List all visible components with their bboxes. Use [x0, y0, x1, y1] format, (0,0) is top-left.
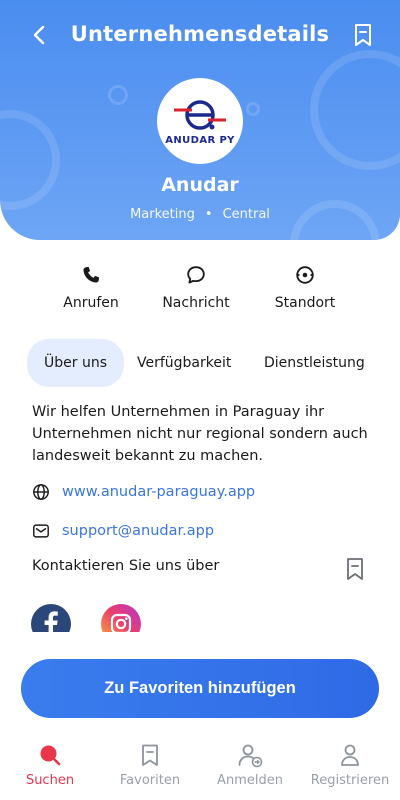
bookmark-button[interactable]	[348, 20, 378, 50]
mail-icon	[33, 524, 49, 538]
company-category: Marketing	[130, 207, 195, 222]
phone-icon	[83, 266, 100, 283]
company-logo: ANUDAR PY	[157, 78, 243, 164]
action-bar: Anrufen Nachricht Standort	[0, 262, 400, 322]
tab-availability[interactable]: Verfügbarkeit	[137, 339, 231, 387]
contact-title: Kontaktieren Sie uns über	[32, 558, 220, 574]
company-meta: Marketing • Central	[0, 207, 400, 222]
nav-favorites-label: Favoriten	[119, 773, 181, 788]
facebook-button[interactable]	[31, 604, 71, 632]
instagram-button[interactable]	[101, 604, 141, 632]
message-label: Nachricht	[162, 295, 230, 311]
meta-separator: •	[204, 207, 213, 222]
globe-icon	[33, 484, 49, 500]
user-icon	[341, 744, 359, 766]
decorative-circle	[246, 102, 260, 116]
search-icon	[40, 745, 61, 766]
bookmark-icon	[355, 24, 371, 46]
add-to-favorites-button[interactable]: Zu Favoriten hinzufügen	[21, 659, 379, 718]
location-icon	[296, 266, 314, 284]
email-link[interactable]: support@anudar.app	[62, 523, 214, 539]
website-link[interactable]: www.anudar-paraguay.app	[62, 484, 255, 500]
logo-text: ANUDAR PY	[165, 134, 235, 146]
bookmark-icon	[347, 558, 363, 580]
social-links	[0, 598, 400, 632]
tab-services[interactable]: Dienstleistung	[264, 339, 365, 387]
company-name: Anudar	[161, 174, 239, 196]
call-label: Anrufen	[63, 295, 119, 311]
nav-login[interactable]: Anmelden	[200, 741, 300, 788]
message-button[interactable]: Nachricht	[141, 262, 251, 311]
nav-search[interactable]: Suchen	[0, 741, 100, 788]
location-button[interactable]: Standort	[250, 262, 360, 311]
nav-favorites[interactable]: Favoriten	[100, 741, 200, 788]
instagram-icon	[110, 613, 132, 632]
logo-mark-icon	[174, 99, 226, 130]
about-description: Wir helfen Unternehmen in Paraguay ihr U…	[32, 404, 368, 464]
nav-search-label: Suchen	[25, 773, 75, 788]
tab-about[interactable]: Über uns	[27, 339, 124, 387]
company-location: Central	[222, 207, 270, 222]
nav-login-label: Anmelden	[217, 773, 283, 788]
tab-bar: Über uns Verfügbarkeit Dienstleistung	[27, 339, 377, 387]
nav-register-label: Registrieren	[310, 773, 390, 788]
bookmark-icon	[142, 744, 158, 766]
call-button[interactable]: Anrufen	[36, 262, 146, 311]
login-user-icon	[238, 744, 263, 768]
decorative-circle	[108, 85, 128, 105]
decorative-ring	[310, 50, 400, 170]
nav-register[interactable]: Registrieren	[300, 741, 400, 788]
facebook-icon	[44, 611, 58, 632]
top-bar: Unternehmensdetails	[0, 14, 400, 56]
page-title: Unternehmensdetails	[70, 22, 330, 46]
website-row[interactable]: www.anudar-paraguay.app	[32, 481, 255, 503]
email-row[interactable]: support@anudar.app	[32, 520, 214, 542]
chat-icon	[187, 266, 205, 284]
bottom-navigation: Suchen Favoriten Anmelden Registrieren	[0, 733, 400, 800]
save-contact-button[interactable]	[343, 556, 367, 582]
location-label: Standort	[274, 295, 336, 311]
